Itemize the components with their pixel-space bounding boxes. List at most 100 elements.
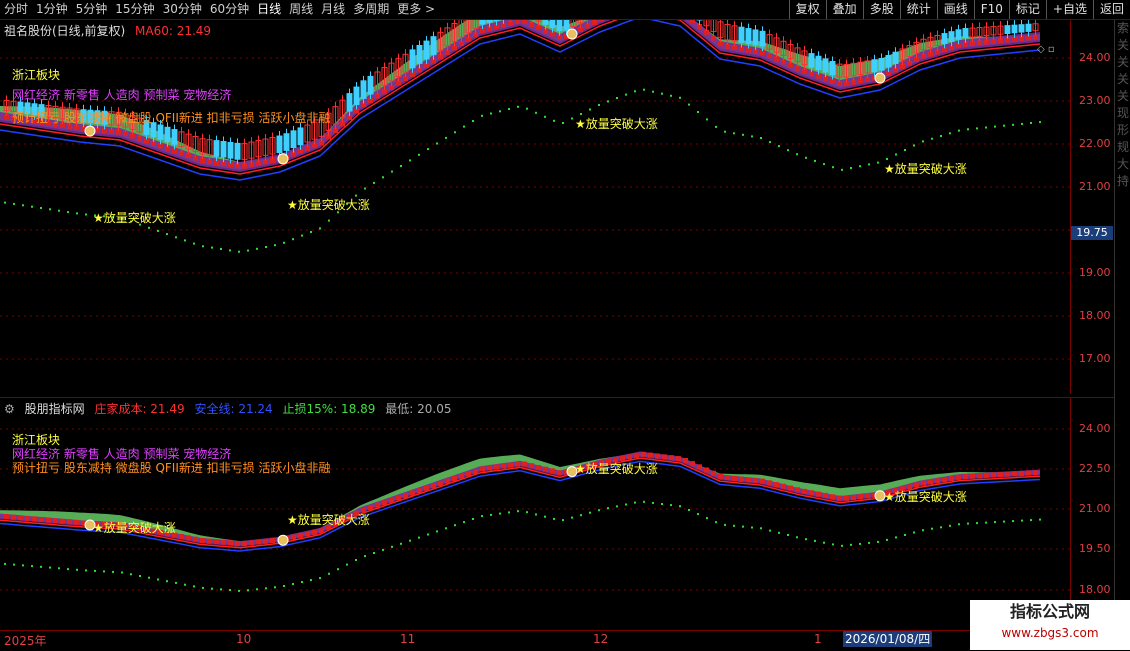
step-marker xyxy=(522,462,527,467)
tab-1min[interactable]: 1分钟 xyxy=(32,0,72,19)
tab-weekly[interactable]: 周线 xyxy=(285,0,317,19)
stop-dot xyxy=(742,526,744,528)
settings-icon[interactable]: ⚙ xyxy=(4,402,15,416)
tab-more[interactable]: 更多 > xyxy=(393,0,439,19)
side-tab[interactable]: 形 xyxy=(1115,122,1130,139)
stop-dot xyxy=(481,515,483,517)
stop-dot xyxy=(409,540,411,542)
back-button[interactable]: 返回 xyxy=(1093,0,1130,19)
step-marker xyxy=(914,483,919,488)
step-marker xyxy=(732,476,737,481)
candle-body xyxy=(823,59,828,72)
stop-dot xyxy=(931,528,933,530)
tab-timeshare[interactable]: 分时 xyxy=(0,0,32,19)
step-marker xyxy=(767,480,772,485)
stop-dot xyxy=(553,518,555,520)
money-bag-icon xyxy=(85,126,95,136)
draw-line-button[interactable]: 画线 xyxy=(937,0,974,19)
step-marker xyxy=(473,469,478,474)
step-marker xyxy=(368,505,373,510)
stop-dot xyxy=(58,210,60,212)
side-tab[interactable]: 索 xyxy=(1115,20,1130,37)
kline-chart[interactable]: 祖名股份(日线,前复权) MA60: 21.49 浙江板块 网红经济 新零售 人… xyxy=(0,20,1070,394)
step-marker xyxy=(753,478,758,483)
stop-dot xyxy=(778,145,780,147)
indicator-name[interactable]: 股朋指标网 xyxy=(25,402,85,416)
step-marker xyxy=(487,466,492,471)
side-tab[interactable]: 关 xyxy=(1115,54,1130,71)
step-marker xyxy=(963,474,968,479)
date-label: 2025年 xyxy=(4,632,47,649)
indicator-chart[interactable]: ⚙ 股朋指标网 庄家成本: 21.49 安全线: 21.24 止损15%: 18… xyxy=(0,397,1070,631)
stop-dot xyxy=(598,104,600,106)
step-marker xyxy=(718,474,723,479)
candle-body xyxy=(228,142,233,158)
step-marker xyxy=(781,484,786,489)
stop-dot xyxy=(31,206,33,208)
step-marker xyxy=(256,540,261,545)
candle-body xyxy=(354,87,359,104)
side-tab[interactable]: 关 xyxy=(1115,37,1130,54)
stop-dot xyxy=(283,585,285,587)
stop-dot xyxy=(553,120,555,122)
side-tab[interactable]: 现 xyxy=(1115,105,1130,122)
add-watchlist-button[interactable]: +自选 xyxy=(1046,0,1093,19)
stop-dot xyxy=(814,540,816,542)
stop-dot xyxy=(364,555,366,557)
stop-dot xyxy=(724,131,726,133)
stop-dot xyxy=(265,587,267,589)
step-marker xyxy=(25,516,30,521)
stop-dot xyxy=(760,137,762,139)
price-tick: 17.00 xyxy=(1079,352,1111,365)
step-marker xyxy=(494,465,499,470)
step-marker xyxy=(298,533,303,538)
stop-dot xyxy=(454,131,456,133)
overlay-button[interactable]: 叠加 xyxy=(826,0,863,19)
stop-dot xyxy=(355,559,357,561)
adjust-button[interactable]: 复权 xyxy=(789,0,826,19)
step-marker xyxy=(382,500,387,505)
candle-body xyxy=(886,56,891,67)
side-tab[interactable]: 关 xyxy=(1115,71,1130,88)
side-tab[interactable]: 大 xyxy=(1115,156,1130,173)
stop-dot xyxy=(418,537,420,539)
step-marker xyxy=(795,487,800,492)
stop-dot xyxy=(787,534,789,536)
stop-dot xyxy=(373,182,375,184)
stop-dot xyxy=(940,135,942,137)
side-tab[interactable]: 持 xyxy=(1115,173,1130,190)
step-marker xyxy=(823,493,828,498)
stop-dot xyxy=(679,505,681,507)
stop-dot xyxy=(202,245,204,247)
tab-60min[interactable]: 60分钟 xyxy=(206,0,253,19)
stats-button[interactable]: 统计 xyxy=(900,0,937,19)
stop-dot xyxy=(571,517,573,519)
stop-dot xyxy=(490,113,492,115)
side-tab[interactable]: 关 xyxy=(1115,88,1130,105)
stop-dot xyxy=(733,132,735,134)
tab-5min[interactable]: 5分钟 xyxy=(72,0,112,19)
side-panel-strip[interactable]: 索 关 关 关 关 现 形 规 大 持 xyxy=(1114,20,1130,630)
step-marker xyxy=(690,461,695,466)
stop-dot xyxy=(229,589,231,591)
tab-15min[interactable]: 15分钟 xyxy=(111,0,158,19)
step-marker xyxy=(949,476,954,481)
stop-dot xyxy=(571,118,573,120)
stop-dot xyxy=(850,167,852,169)
chart-option-icons[interactable]: ◇ ▫ xyxy=(1037,44,1055,55)
step-marker xyxy=(760,479,765,484)
stop-dot xyxy=(112,571,114,573)
side-tab[interactable]: 规 xyxy=(1115,139,1130,156)
stop-dot xyxy=(859,543,861,545)
mark-button[interactable]: 标记 xyxy=(1009,0,1046,19)
f10-button[interactable]: F10 xyxy=(974,0,1009,19)
signal-label: ★放量突破大涨 xyxy=(93,209,176,226)
watermark-url: www.zbgs3.com xyxy=(970,624,1130,642)
tab-30min[interactable]: 30分钟 xyxy=(159,0,206,19)
tab-multi-period[interactable]: 多周期 xyxy=(349,0,393,19)
tab-monthly[interactable]: 月线 xyxy=(317,0,349,19)
multi-stock-button[interactable]: 多股 xyxy=(863,0,900,19)
stop-dot xyxy=(139,575,141,577)
step-marker xyxy=(711,471,716,476)
tab-daily[interactable]: 日线 xyxy=(253,0,285,19)
